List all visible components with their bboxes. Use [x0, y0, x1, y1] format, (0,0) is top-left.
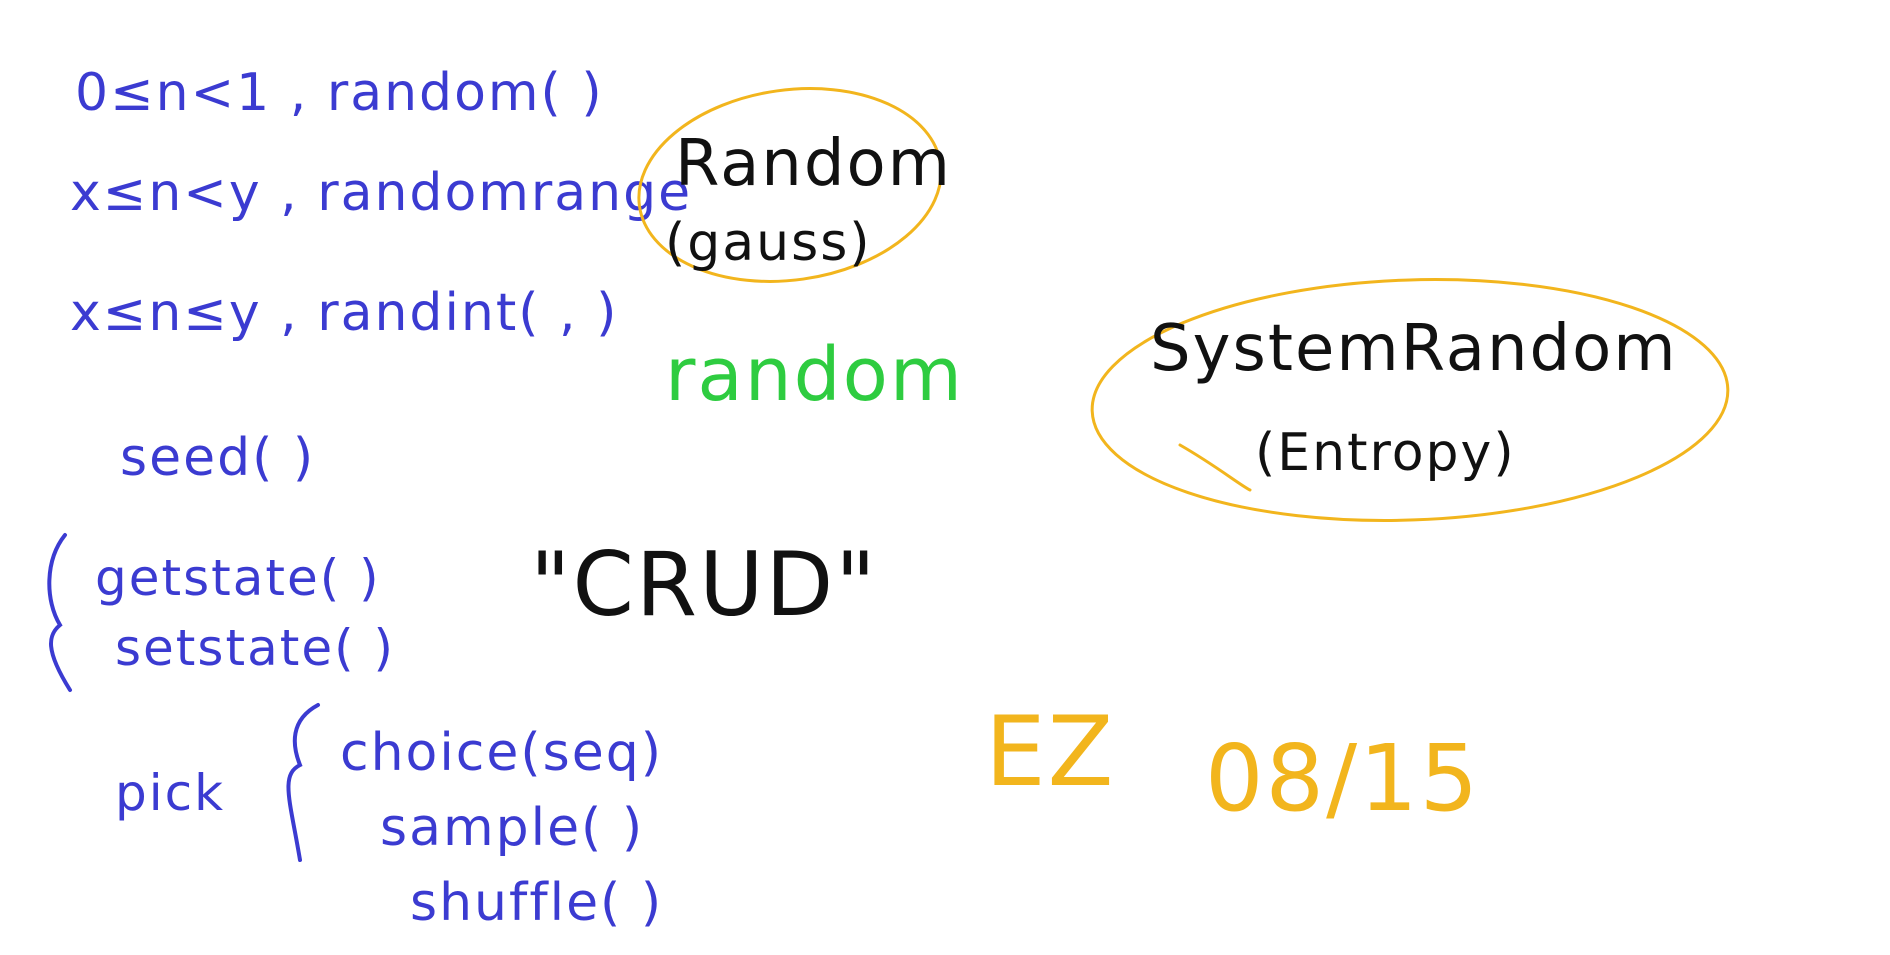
note-pick: pick	[115, 764, 225, 822]
pick-brace	[286, 703, 320, 862]
drawing-surface: 0≤n<1 , random( ) x≤n<y , randomrange x≤…	[47, 63, 1730, 933]
note-shuffle: shuffle( )	[410, 873, 663, 933]
module-name: random	[665, 332, 964, 418]
circle-tail-stroke	[1178, 443, 1252, 492]
note-setstate: setstate( )	[115, 619, 395, 677]
note-choice: choice(seq)	[340, 723, 663, 783]
whiteboard-canvas: 0≤n<1 , random( ) x≤n<y , randomrange x≤…	[0, 0, 1890, 950]
signature-date: 08/15	[1205, 725, 1480, 832]
note-randomrange: x≤n<y , randomrange	[70, 163, 692, 223]
systemrandom-class-subtitle: (Entropy)	[1255, 423, 1516, 483]
note-sample: sample( )	[380, 798, 644, 858]
note-randint: x≤n≤y , randint( , )	[70, 283, 618, 343]
note-seed: seed( )	[120, 428, 315, 488]
note-crud: "CRUD"	[530, 533, 878, 636]
systemrandom-class-title: SystemRandom	[1150, 312, 1678, 386]
signature-initials: EZ	[985, 696, 1115, 808]
random-class-title: Random	[675, 127, 952, 201]
random-class-subtitle: (gauss)	[665, 213, 872, 273]
note-random-range-0-1: 0≤n<1 , random( )	[75, 63, 604, 123]
systemrandom-class-circle	[1090, 278, 1730, 522]
state-brace	[47, 533, 72, 692]
note-getstate: getstate( )	[95, 549, 381, 607]
